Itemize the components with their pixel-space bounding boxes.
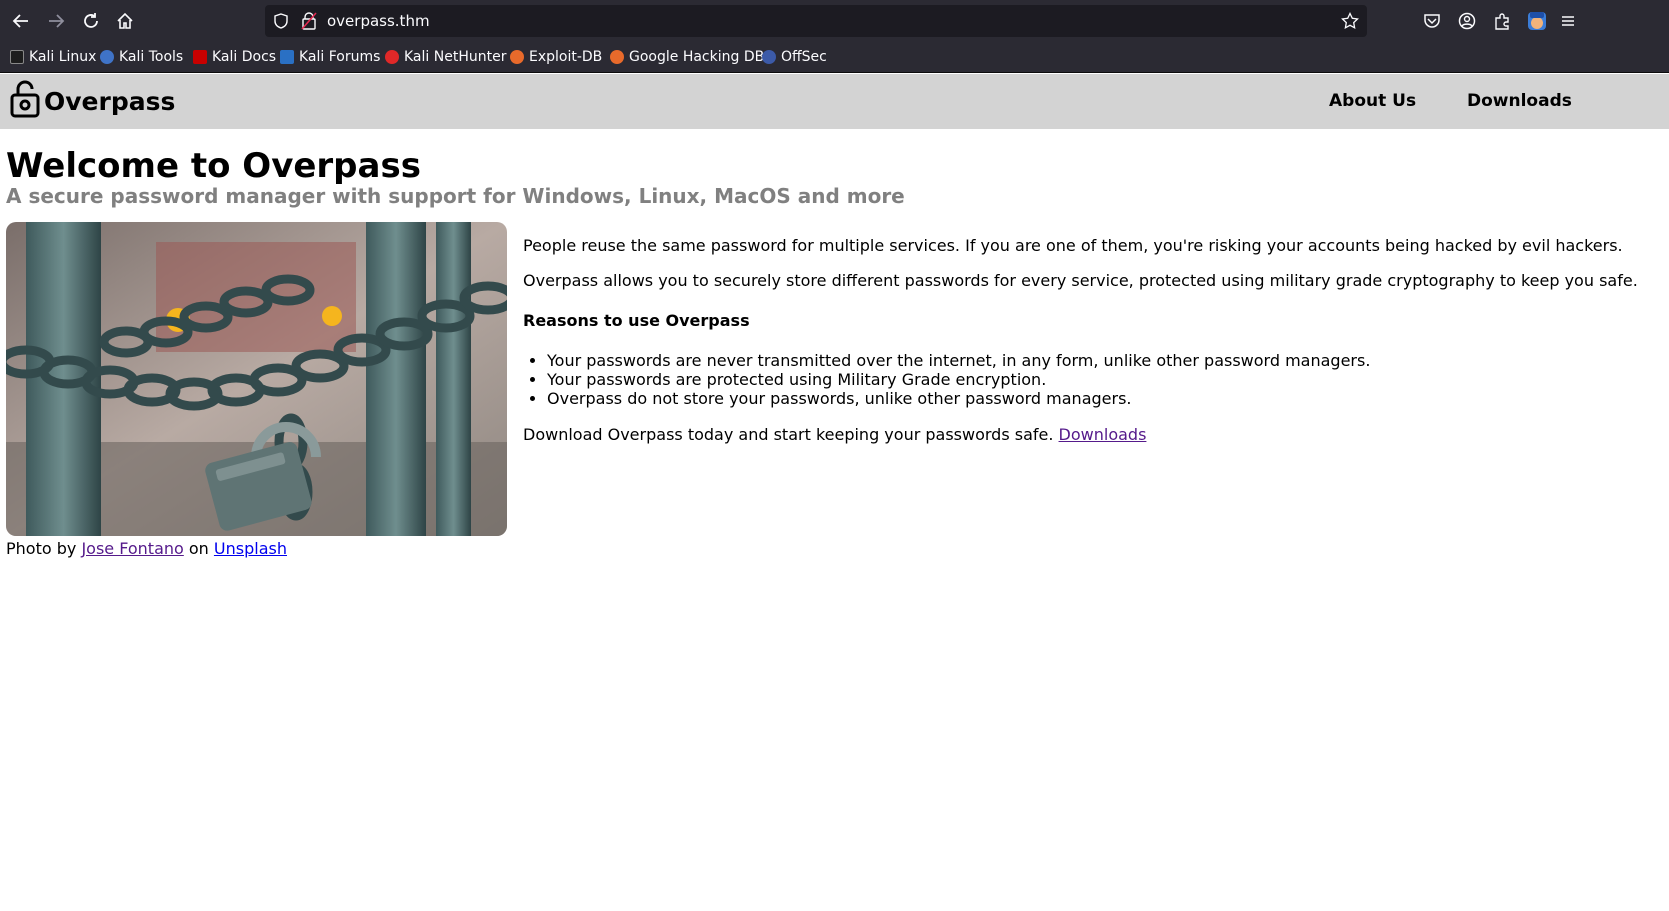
- extensions-icon[interactable]: [1491, 10, 1513, 32]
- cta-paragraph: Download Overpass today and start keepin…: [523, 425, 1147, 444]
- exploit-db-icon: [510, 50, 524, 64]
- intro-paragraph: People reuse the same password for multi…: [523, 236, 1623, 255]
- bookmark-star-icon[interactable]: [1341, 11, 1359, 34]
- menu-icon[interactable]: [1557, 10, 1579, 32]
- kali-linux-icon: [10, 50, 24, 64]
- kali-docs-icon: [193, 50, 207, 64]
- reasons-heading: Reasons to use Overpass: [523, 311, 750, 330]
- back-icon[interactable]: [10, 10, 32, 32]
- padlock-logo-icon: [10, 80, 40, 122]
- bookmark-item[interactable]: Kali NetHunter: [385, 46, 506, 68]
- brand-name: Overpass: [44, 86, 176, 116]
- offsec-icon: [762, 50, 776, 64]
- page-title: Welcome to Overpass: [6, 146, 421, 186]
- insecure-lock-icon[interactable]: [301, 12, 317, 34]
- address-bar[interactable]: overpass.thm: [265, 5, 1367, 37]
- unsplash-link[interactable]: Unsplash: [214, 539, 287, 558]
- downloads-link[interactable]: Downloads: [1059, 425, 1147, 444]
- photo-caption: Photo by Jose Fontano on Unsplash: [6, 539, 287, 558]
- pocket-icon[interactable]: [1421, 10, 1443, 32]
- extension-avatar-icon[interactable]: [1526, 10, 1548, 32]
- bookmark-item[interactable]: Kali Tools: [100, 46, 183, 68]
- reload-icon[interactable]: [80, 10, 102, 32]
- hero-image-padlock-chain: [6, 222, 507, 536]
- shield-icon[interactable]: [273, 13, 289, 33]
- home-icon[interactable]: [114, 10, 136, 32]
- nav-downloads[interactable]: Downloads: [1467, 91, 1572, 111]
- bookmark-item[interactable]: Kali Linux: [10, 46, 96, 68]
- article-body: People reuse the same password for multi…: [523, 236, 1663, 460]
- reasons-list: Your passwords are never transmitted ove…: [547, 351, 1663, 408]
- bookmark-item[interactable]: Google Hacking DB: [610, 46, 764, 68]
- url-text[interactable]: overpass.thm: [327, 12, 430, 30]
- bookmark-item[interactable]: Exploit-DB: [510, 46, 602, 68]
- brand[interactable]: Overpass: [10, 80, 175, 122]
- kali-forums-icon: [280, 50, 294, 64]
- photographer-link[interactable]: Jose Fontano: [81, 539, 183, 558]
- list-item: Overpass do not store your passwords, un…: [547, 389, 1663, 408]
- kali-nethunter-icon: [385, 50, 399, 64]
- forward-icon[interactable]: [45, 10, 67, 32]
- browser-toolbar: overpass.thm: [0, 0, 1669, 42]
- list-item: Your passwords are protected using Milit…: [547, 370, 1663, 389]
- site-navbar: Overpass About Us Downloads: [0, 74, 1669, 129]
- account-icon[interactable]: [1456, 10, 1478, 32]
- google-hacking-db-icon: [610, 50, 624, 64]
- kali-tools-icon: [100, 50, 114, 64]
- list-item: Your passwords are never transmitted ove…: [547, 351, 1663, 370]
- features-paragraph: Overpass allows you to securely store di…: [523, 271, 1638, 290]
- nav-about-us[interactable]: About Us: [1329, 91, 1416, 111]
- bookmark-item[interactable]: Kali Forums: [280, 46, 380, 68]
- bookmarks-bar: Kali Linux Kali Tools Kali Docs Kali For…: [0, 42, 1669, 73]
- bookmark-item[interactable]: OffSec: [762, 46, 827, 68]
- bookmark-item[interactable]: Kali Docs: [193, 46, 276, 68]
- page-subtitle: A secure password manager with support f…: [6, 184, 905, 208]
